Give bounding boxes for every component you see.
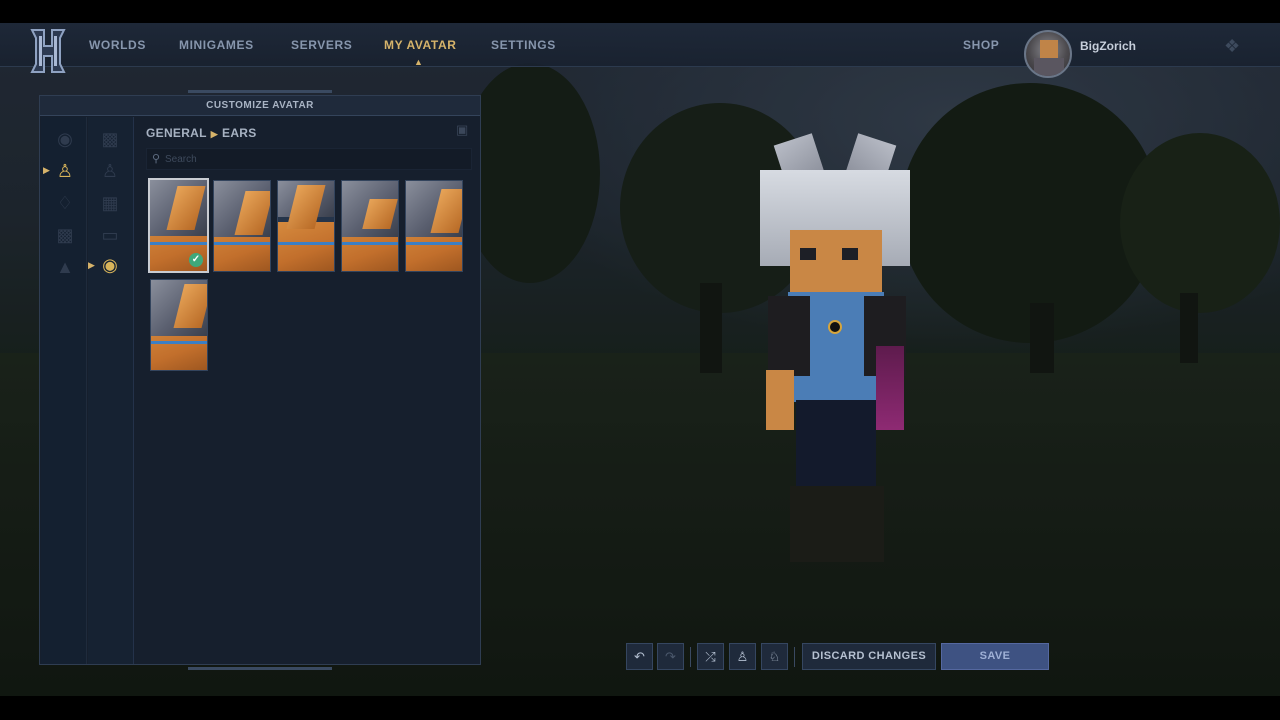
avatar-face [790,230,882,292]
redo-button[interactable]: ↷ [657,643,684,670]
letterbox-bottom [0,696,1280,720]
search-input[interactable] [165,151,465,167]
panel-title: CUSTOMIZE AVATAR [40,96,480,116]
randomize-button[interactable]: ⤮ [697,643,724,670]
ears-option-tile[interactable] [277,180,335,272]
ears-option-tile[interactable] [341,180,399,272]
character-swap-button[interactable]: ♘ [761,643,788,670]
breadcrumb-separator-icon: ▶ [210,129,219,139]
active-subcategory-arrow-icon: ▶ [88,260,95,270]
search-icon: ⚲ [152,153,161,165]
discard-changes-button[interactable]: DISCARD CHANGES [802,643,936,670]
ears-option-tile[interactable] [405,180,463,272]
figure-icon[interactable]: ♙ [97,158,123,184]
avatar-jacket [768,296,810,376]
face-icon[interactable]: ▦ [97,190,123,216]
shuffle-icon: ⤮ [705,648,716,664]
character-swap-icon: ♘ [768,648,781,664]
nav-my-avatar[interactable]: MY AVATAR [384,38,457,52]
ears-option-tile[interactable]: ✓ [148,178,209,273]
body-icon[interactable]: ♙ [52,158,78,184]
undo-icon: ↶ [634,648,645,664]
corner-ornament-icon: ❖ [1224,36,1241,56]
username-label[interactable]: BigZorich [1080,39,1136,53]
selected-check-icon: ✓ [189,253,203,267]
nav-servers[interactable]: SERVERS [291,38,352,52]
avatar-pants [796,400,876,486]
hytale-logo-icon[interactable] [30,28,66,74]
breadcrumb-parent[interactable]: GENERAL [146,126,207,140]
avatar-boots [790,486,884,562]
save-button[interactable]: SAVE [941,643,1049,670]
undo-button[interactable]: ↶ [626,643,653,670]
pose-icon: ♙ [736,648,749,664]
head-icon[interactable]: ◉ [52,126,78,152]
breadcrumb: GENERAL ▶ EARS [146,126,257,140]
ear-icon[interactable]: ◉ [97,252,123,278]
avatar-pendant [828,320,842,334]
reset-category-icon[interactable]: ▣ [456,122,472,138]
nav-settings[interactable]: SETTINGS [491,38,556,52]
avatar-preview[interactable] [760,130,920,570]
nav-minigames[interactable]: MINIGAMES [179,38,254,52]
cape-icon[interactable]: ▲ [52,254,78,280]
avatar-glove [876,346,904,430]
ears-option-tile[interactable] [213,180,271,272]
pose-button[interactable]: ♙ [729,643,756,670]
search-field[interactable]: ⚲ [146,148,472,170]
breadcrumb-current: EARS [222,126,257,140]
nav-shop[interactable]: SHOP [963,38,999,52]
ears-option-tile[interactable] [150,279,208,371]
bodytype-icon[interactable]: ▩ [97,126,123,152]
nav-worlds[interactable]: WORLDS [89,38,146,52]
letterbox-top [0,0,1280,23]
active-nav-caret-icon: ▲ [414,57,423,67]
redo-icon: ↷ [665,648,676,664]
torso-icon[interactable]: ♢ [52,190,78,216]
active-category-arrow-icon: ▶ [43,165,50,175]
mouth-icon[interactable]: ▭ [97,222,123,248]
legs-icon[interactable]: ▩ [52,222,78,248]
profile-avatar[interactable] [1024,30,1072,78]
